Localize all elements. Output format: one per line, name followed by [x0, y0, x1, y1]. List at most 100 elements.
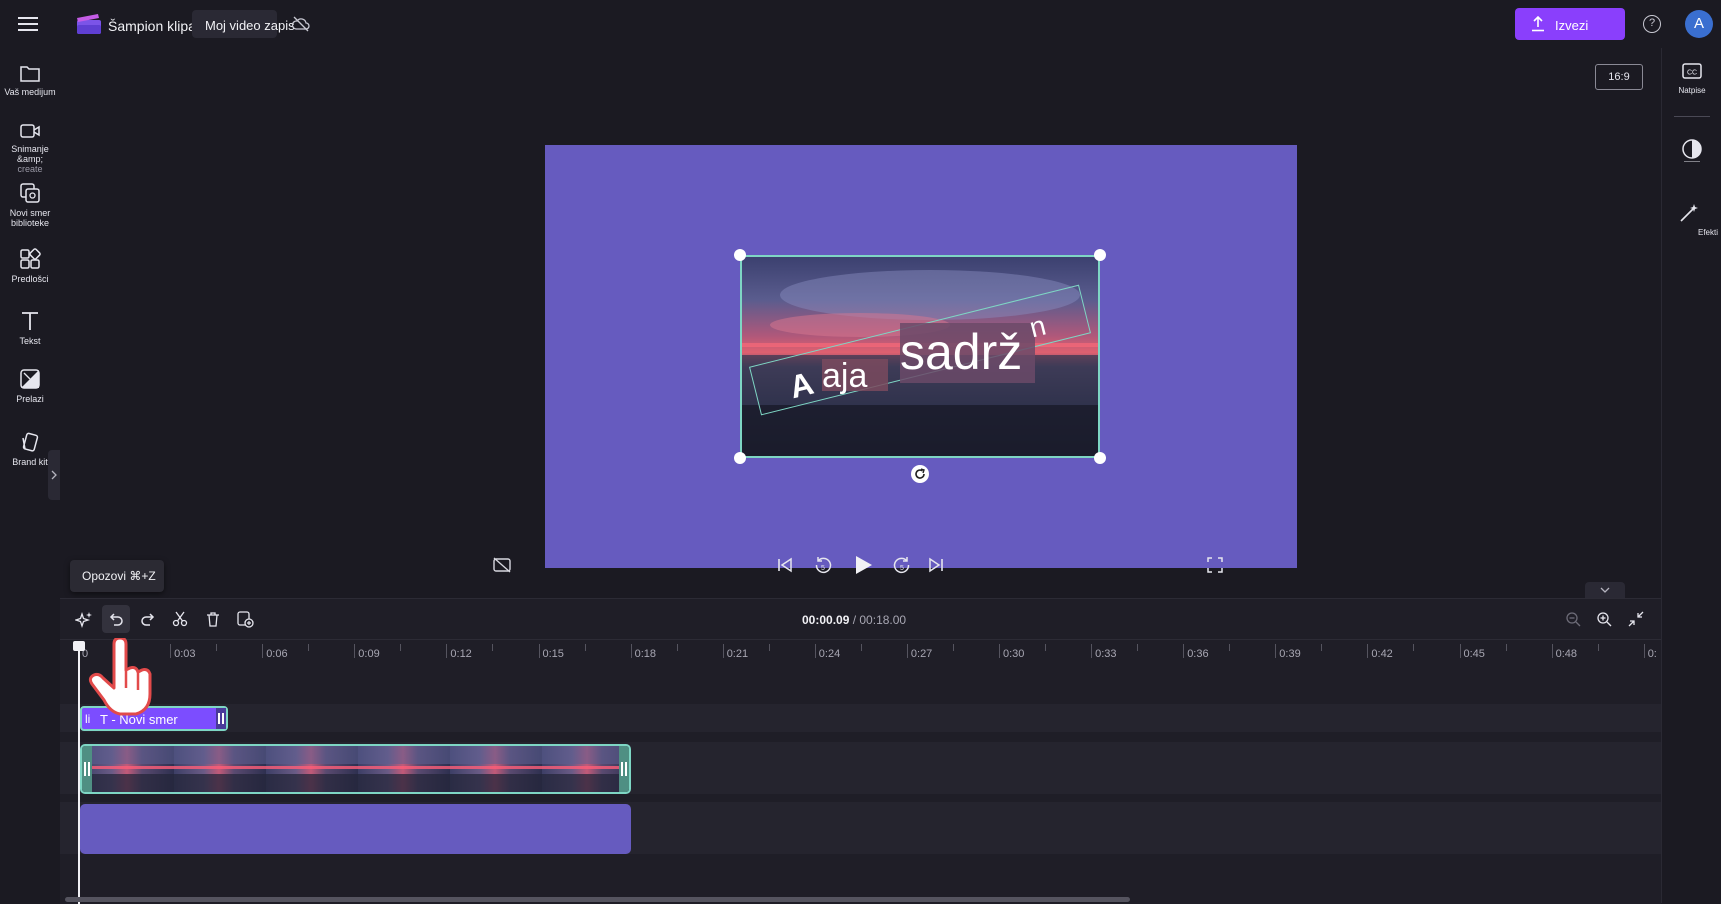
upload-icon	[1532, 16, 1544, 32]
background-color-clip[interactable]	[80, 804, 631, 854]
redo-icon[interactable]	[140, 611, 156, 627]
zoom-in-icon[interactable]	[1596, 611, 1612, 627]
text-icon	[22, 312, 38, 330]
export-label: Izvezi	[1555, 18, 1589, 33]
time-display: 00:00.09 / 00:18.00	[802, 613, 906, 627]
ruler-minor-tick	[400, 644, 402, 651]
export-button[interactable]: Izvezi	[1515, 8, 1625, 40]
selection-frame	[740, 255, 1100, 458]
color-adjust-button[interactable]	[1680, 138, 1704, 166]
sidebar-item-transitions[interactable]: Prelazi	[0, 368, 60, 404]
ruler-tick-label: 0:24	[818, 648, 841, 660]
ruler-tick-label: 0:15	[542, 648, 564, 660]
help-icon[interactable]: ?	[1643, 15, 1661, 33]
ruler-tick-label: 0:	[1647, 648, 1657, 660]
split-scissors-icon[interactable]	[172, 611, 188, 627]
svg-text:5: 5	[821, 565, 825, 572]
timeline: 00:00.09 / 00:18.00 0 0:03 0:06 0:09 0:12 0:1…	[60, 598, 1661, 904]
ruler-minor-tick	[308, 644, 310, 651]
undo-tooltip-text: Opozovi ⌘+Z	[82, 569, 156, 583]
timeline-scrollbar[interactable]	[65, 897, 1130, 902]
project-name-field[interactable]: Moj video zapis	[192, 10, 295, 38]
forward-5s-icon[interactable]: 5	[892, 556, 914, 578]
hamburger-menu-icon[interactable]	[16, 12, 42, 36]
project-name: Moj video zapis	[205, 18, 295, 33]
video-clip-trim-handle-left[interactable]	[82, 746, 92, 792]
hide-overlay-icon[interactable]	[492, 557, 512, 575]
ruler-minor-tick	[768, 644, 770, 651]
ruler-minor-tick	[492, 644, 494, 651]
fit-timeline-icon[interactable]	[1628, 611, 1644, 627]
folder-icon	[20, 66, 40, 82]
resize-handle-top-right[interactable]	[1094, 249, 1106, 261]
ruler-major-tick	[170, 644, 172, 658]
text-clip-trim-handle[interactable]	[216, 708, 226, 729]
fullscreen-icon[interactable]	[1207, 557, 1225, 575]
ruler-major-tick	[354, 644, 356, 658]
ruler-tick-label: 0:30	[1003, 648, 1025, 660]
video-canvas[interactable]: sadrž n aja A	[545, 145, 1297, 568]
left-sidebar: Vaš medijum Snimanje &amp; create Novi s…	[0, 48, 61, 903]
delete-trash-icon[interactable]	[205, 611, 221, 627]
skip-back-icon[interactable]	[776, 557, 796, 575]
play-button[interactable]	[852, 554, 874, 576]
total-time: / 00:18.00	[852, 613, 907, 627]
aspect-ratio-button[interactable]: 16:9	[1595, 64, 1643, 90]
ruler-major-tick	[1643, 644, 1645, 658]
rotate-handle-icon[interactable]	[911, 465, 929, 483]
ruler-tick-label: 0:21	[726, 648, 749, 660]
sidebar-item-content-library[interactable]: Novi smer biblioteke	[0, 182, 60, 228]
time-ruler[interactable]: 0 0:03 0:06 0:09 0:12 0:15 0:18 0:21 0:24 0:27 0:3…	[60, 640, 1661, 662]
add-to-media-icon[interactable]	[236, 610, 254, 628]
sidebar-item-templates[interactable]: Predlošci	[0, 248, 60, 284]
ruler-tick-label: 0:36	[1187, 648, 1209, 660]
video-clip-thumbnails	[82, 746, 629, 792]
resize-handle-bottom-left[interactable]	[734, 452, 746, 464]
ruler-major-tick	[722, 644, 724, 658]
ruler-major-tick	[1367, 644, 1369, 658]
sidebar-item-your-media[interactable]: Vaš medijum	[0, 63, 60, 97]
sidebar-item-label: Predlošci	[11, 274, 49, 284]
ruler-tick-label: 0:48	[1555, 648, 1578, 660]
resize-handle-bottom-right[interactable]	[1094, 452, 1106, 464]
expand-left-panel-button[interactable]	[48, 450, 60, 500]
resize-handle-top-left[interactable]	[734, 249, 746, 261]
collapse-timeline-button[interactable]	[1585, 582, 1625, 598]
ruler-major-tick	[906, 644, 908, 658]
clipchamp-logo-icon	[76, 13, 102, 35]
magic-edit-icon[interactable]	[73, 611, 93, 629]
avatar[interactable]: A	[1685, 10, 1713, 38]
ruler-minor-tick	[584, 644, 586, 651]
effects-button[interactable]: Efekti	[1674, 202, 1721, 242]
ruler-tick-label: 0:03	[174, 648, 196, 660]
ruler-tick-label: 0:18	[634, 648, 657, 660]
ruler-major-tick	[630, 644, 632, 658]
undo-button[interactable]	[102, 605, 130, 633]
text-track	[60, 704, 1661, 732]
ruler-minor-tick	[1413, 644, 1415, 651]
captions-label: Natpise	[1678, 86, 1706, 95]
ruler-major-tick	[538, 644, 540, 658]
sidebar-item-text[interactable]: Tekst	[0, 310, 60, 346]
sidebar-item-record-create[interactable]: Snimanje &amp; create	[0, 122, 60, 174]
zoom-out-icon[interactable]	[1565, 611, 1581, 627]
sidebar-item-label: Novi smer	[9, 208, 51, 218]
playhead-handle[interactable]	[73, 641, 85, 651]
video-clip[interactable]	[80, 744, 631, 794]
rewind-5s-icon[interactable]: 5	[813, 556, 835, 578]
effects-label: Efekti	[1698, 228, 1719, 237]
sidebar-item-label: Snimanje &amp;	[11, 144, 49, 164]
magic-wand-icon	[1680, 204, 1698, 222]
ruler-tick-label: 0:45	[1463, 648, 1485, 660]
playhead[interactable]	[78, 642, 80, 904]
video-clip-trim-handle-right[interactable]	[619, 746, 629, 792]
ruler-minor-tick	[1229, 644, 1231, 651]
contrast-icon	[1682, 139, 1702, 163]
ruler-minor-tick	[216, 644, 218, 651]
avatar-letter: A	[1693, 15, 1704, 32]
ruler-minor-tick	[1137, 644, 1139, 651]
skip-forward-icon[interactable]	[927, 557, 947, 575]
sidebar-item-label: Vaš medijum	[4, 87, 56, 97]
captions-button[interactable]: CC Natpise	[1662, 62, 1721, 102]
ruler-minor-tick	[1045, 644, 1047, 651]
